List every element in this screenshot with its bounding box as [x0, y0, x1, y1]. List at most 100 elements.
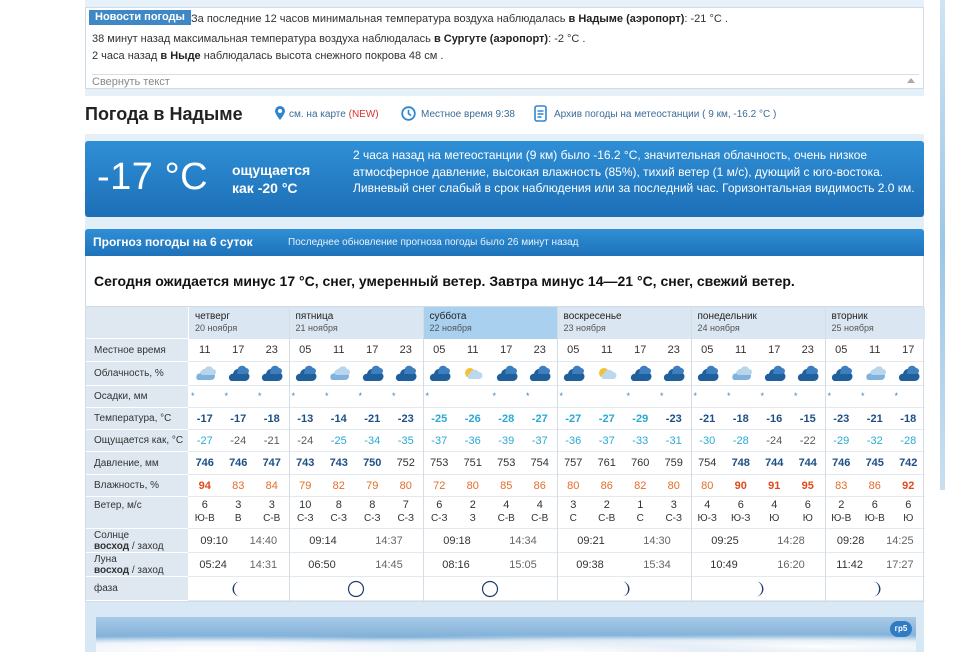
pressure-cell: 754	[530, 457, 549, 469]
pressure-cell: 752	[396, 457, 415, 469]
time-cell: 11	[601, 344, 613, 356]
table-corner	[86, 307, 188, 339]
row-label-feels: Ощущается как, °С	[86, 430, 188, 452]
time-cell: 11	[333, 344, 345, 356]
time-cell: 17	[232, 344, 245, 356]
collapse-text-toggle[interactable]: Свернуть текст	[92, 74, 919, 88]
wind-direction-cell: С-З	[397, 513, 415, 524]
forecast-updated: Последнее обновление прогноза погоды был…	[288, 237, 579, 248]
humidity-cell: 79	[299, 480, 312, 492]
gp5-logo[interactable]: гр5	[890, 621, 912, 637]
feels-cell: -39	[498, 435, 515, 447]
temperature-cell: -23	[397, 413, 414, 425]
feels-cell: -34	[364, 435, 381, 447]
temperature-cell: -29	[632, 413, 649, 425]
snow-icon: *	[894, 391, 899, 401]
cloud-icon	[696, 365, 720, 383]
news-place-link[interactable]: в Ныде	[160, 50, 200, 62]
pressure-cell: 744	[765, 457, 784, 469]
right-background	[924, 0, 960, 652]
moonrise-cell: 08:16	[442, 559, 470, 571]
humidity-cell: 80	[567, 480, 580, 492]
wind-speed-cell: 3	[268, 499, 275, 511]
wind-direction-cell: С-З	[296, 513, 314, 524]
cloud-icon	[260, 365, 284, 383]
wind-direction-cell: С-З	[665, 513, 683, 524]
pressure-cell: 759	[664, 457, 683, 469]
temperature-cell: -25	[431, 413, 448, 425]
time-cell: 11	[735, 344, 747, 356]
cloud-icon	[528, 365, 552, 383]
humidity-cell: 80	[701, 480, 714, 492]
day-header-2: пятница 21 ноября	[288, 307, 423, 339]
moonset-cell: 17:27	[886, 559, 914, 571]
wind-speed-cell: 6	[804, 499, 811, 511]
pressure-cell: 744	[798, 457, 817, 469]
temperature-cell: -15	[799, 413, 816, 425]
wind-direction-cell: С-В	[497, 513, 515, 524]
temperature-cell: -13	[297, 413, 314, 425]
wind-direction-cell: С-В	[598, 513, 616, 524]
news-place-link[interactable]: в Надыме (аэропорт)	[569, 13, 685, 25]
temperature-cell: -21	[866, 413, 883, 425]
temperature-cell: -27	[565, 413, 582, 425]
time-cell: 23	[265, 344, 278, 356]
wind-speed-cell: 3	[570, 499, 577, 511]
sunrise-cell: 09:25	[711, 535, 739, 547]
cloud-icon	[495, 365, 519, 383]
snow-icon: *	[191, 391, 195, 401]
time-cell: 11	[199, 344, 211, 356]
day-header-5: понедельник 24 ноября	[690, 307, 825, 339]
temperature-cell: -16	[766, 413, 783, 425]
feels-like: ощущается как -20 °C	[232, 162, 311, 196]
feels-cell: -36	[565, 435, 582, 447]
day-header-1: четверг 20 ноября	[188, 307, 289, 339]
snow-icon: *	[794, 391, 798, 401]
temperature-cell: -27	[598, 413, 615, 425]
wind-speed-cell: 4	[704, 499, 711, 511]
weather-archive-link[interactable]: Архив погоды на метеостанции ( 9 км, -16…	[554, 109, 776, 120]
time-cell: 23	[533, 344, 546, 356]
news-line-1: За последние 12 часов минимальная темпер…	[191, 13, 728, 25]
row-label-moon: Луна восход / заход	[86, 553, 188, 577]
feels-cell: -37	[598, 435, 615, 447]
wind-speed-cell: 8	[335, 499, 342, 511]
feels-cell: -28	[900, 435, 917, 447]
weather-news-panel: Новости погоды За последние 12 часов мин…	[85, 7, 924, 89]
humidity-cell: 90	[734, 480, 747, 492]
humidity-cell: 83	[835, 480, 848, 492]
humidity-cell: 82	[332, 480, 345, 492]
sunrise-cell: 09:18	[443, 535, 471, 547]
local-time: Местное время 9:38	[421, 109, 515, 120]
news-line-2: 38 минут назад максимальная температура …	[92, 33, 586, 45]
feels-cell: -28	[732, 435, 749, 447]
forecast-summary: Сегодня ожидается минус 17 °С, снег, уме…	[85, 256, 924, 306]
pressure-cell: 760	[631, 457, 650, 469]
wind-direction-cell: С-З	[330, 513, 348, 524]
pressure-cell: 757	[564, 457, 583, 469]
day-header-4: воскресенье 23 ноября	[556, 307, 691, 339]
moonrise-cell: 10:49	[710, 559, 738, 571]
collapse-arrow-icon	[907, 78, 915, 83]
forecast-title: Прогноз погоды на 6 суток	[93, 235, 253, 249]
temperature-cell: -14	[330, 413, 347, 425]
sunset-cell: 14:34	[509, 535, 537, 547]
moonrise-cell: 05:24	[199, 559, 227, 571]
time-cell: 11	[467, 344, 479, 356]
cloud-icon	[863, 365, 887, 383]
forecast-header: Прогноз погоды на 6 суток Последнее обно…	[85, 229, 924, 256]
wind-direction-cell: С-В	[263, 513, 281, 524]
news-tab[interactable]: Новости погоды	[89, 10, 191, 25]
temperature-cell: -27	[531, 413, 548, 425]
day-header-6: вторник 25 ноября	[824, 307, 925, 339]
wind-speed-cell: 2	[603, 499, 610, 511]
news-place-link[interactable]: в Сургуте (аэропорт)	[434, 33, 548, 45]
wind-direction-cell: Ю-В	[864, 513, 885, 524]
clock-icon	[401, 106, 416, 121]
row-label-time: Местное время	[86, 339, 188, 362]
feels-cell: -30	[699, 435, 716, 447]
moon-phase-icon	[229, 580, 247, 598]
wind-speed-cell: 3	[235, 499, 242, 511]
map-link[interactable]: см. на карте (NEW)	[289, 109, 379, 120]
pressure-cell: 746	[229, 457, 248, 469]
